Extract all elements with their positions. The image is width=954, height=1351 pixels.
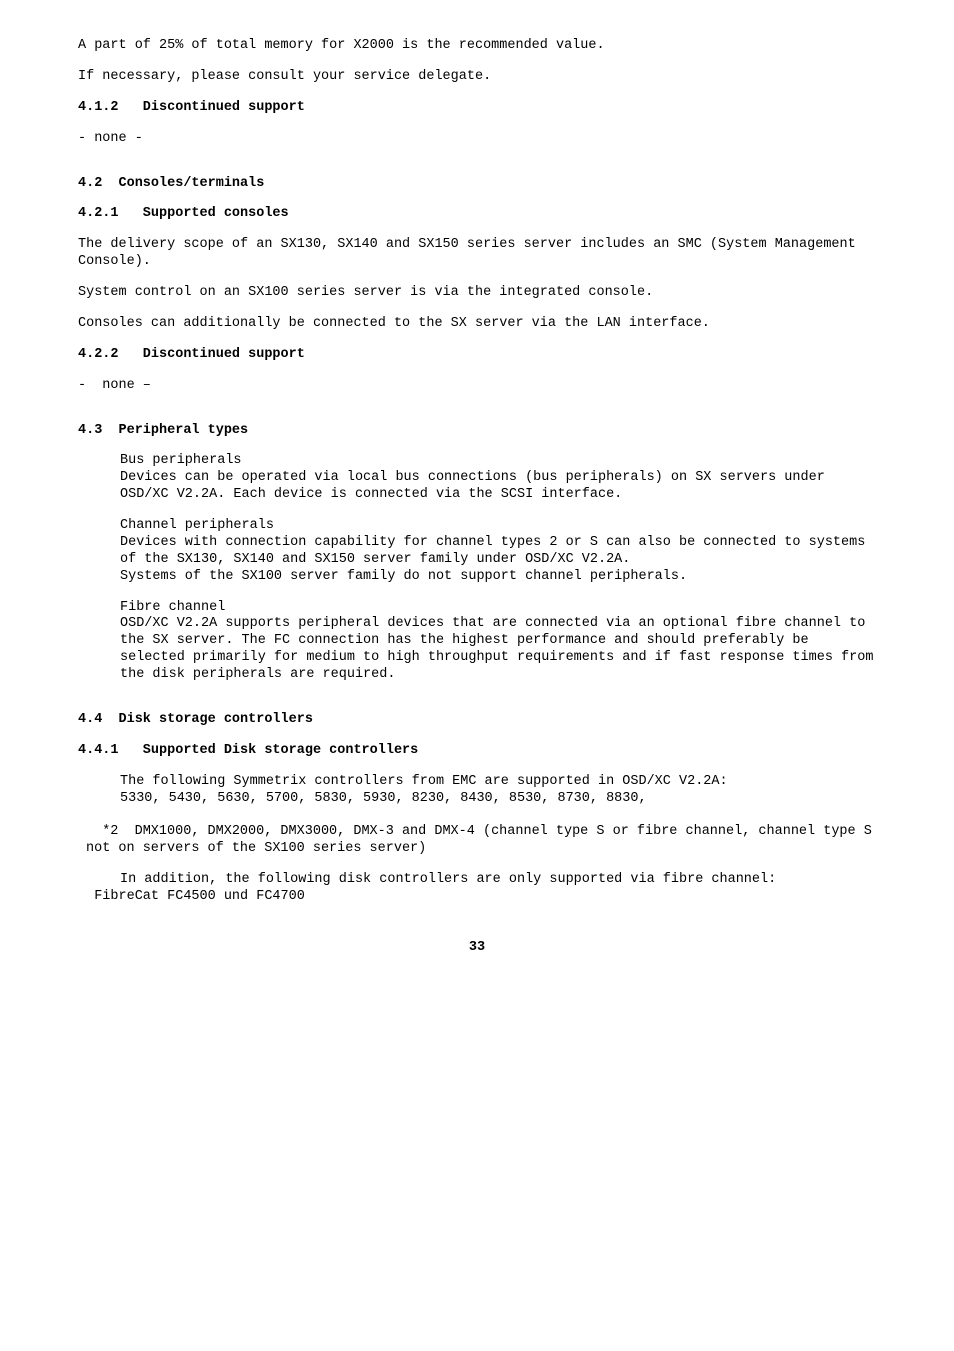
heading-4-2-2: 4.2.2 Discontinued support: [78, 347, 876, 364]
subheading-bus-peripherals: Bus peripherals: [120, 453, 876, 470]
body-text: - none -: [78, 131, 876, 148]
subheading-channel-peripherals: Channel peripherals: [120, 518, 876, 535]
body-text: 5330, 5430, 5630, 5700, 5830, 5930, 8230…: [120, 791, 876, 808]
body-text: The delivery scope of an SX130, SX140 an…: [78, 237, 876, 271]
subheading-fibre-channel: Fibre channel: [120, 600, 876, 617]
heading-4-4: 4.4 Disk storage controllers: [78, 712, 876, 729]
page-number: 33: [78, 940, 876, 957]
heading-4-2-1: 4.2.1 Supported consoles: [78, 206, 876, 223]
body-text: - none –: [78, 378, 876, 395]
body-text: A part of 25% of total memory for X2000 …: [78, 38, 876, 55]
body-text: The following Symmetrix controllers from…: [120, 774, 876, 791]
margin-note: *2: [102, 824, 134, 839]
body-text: In addition, the following disk controll…: [120, 872, 876, 889]
body-text: System control on an SX100 series server…: [78, 285, 876, 302]
body-text: Devices with connection capability for c…: [120, 535, 876, 569]
body-text: FibreCat FC4500 und FC4700: [78, 889, 876, 906]
body-text: Consoles can additionally be connected t…: [78, 316, 876, 333]
body-text-noted: *2 DMX1000, DMX2000, DMX3000, DMX-3 and …: [86, 807, 876, 858]
body-text: Devices can be operated via local bus co…: [120, 470, 876, 504]
heading-4-2: 4.2 Consoles/terminals: [78, 176, 876, 193]
body-text: DMX1000, DMX2000, DMX3000, DMX-3 and DMX…: [86, 824, 880, 856]
body-text: If necessary, please consult your servic…: [78, 69, 876, 86]
body-text: Systems of the SX100 server family do no…: [120, 569, 876, 586]
body-text: OSD/XC V2.2A supports peripheral devices…: [120, 616, 876, 684]
heading-4-3: 4.3 Peripheral types: [78, 423, 876, 440]
heading-4-4-1: 4.4.1 Supported Disk storage controllers: [78, 743, 876, 760]
heading-4-1-2: 4.1.2 Discontinued support: [78, 100, 876, 117]
